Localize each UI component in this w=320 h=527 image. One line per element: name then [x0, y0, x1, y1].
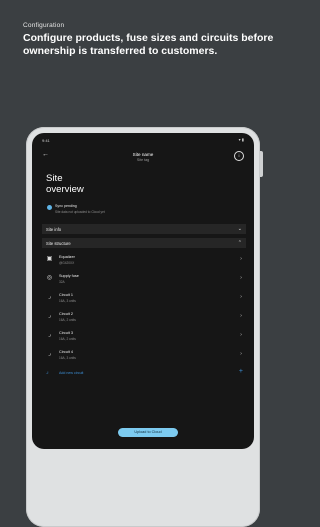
chevron-right-icon: › — [240, 351, 242, 357]
app-screen: 9:41 ▾ ▮ ← Site name Site tag i Site ove… — [32, 133, 254, 449]
status-icons: ▾ ▮ — [238, 137, 244, 142]
caption-headline: Configure products, fuse sizes and circu… — [23, 32, 274, 57]
chevron-right-icon: › — [240, 275, 242, 281]
circuit-add-icon: ⌟ — [46, 369, 49, 375]
chevron-right-icon: › — [240, 313, 242, 319]
status-bar: 9:41 ▾ ▮ — [32, 137, 254, 145]
upload-to-cloud-button[interactable]: Upload to Cloud — [118, 428, 178, 437]
item-sub: @G420XX — [59, 261, 75, 265]
list-item-supply-fuse[interactable]: ◎ Supply fuse 32A › — [46, 273, 242, 287]
add-circuit-button[interactable]: ⌟ Add new circuit + — [46, 368, 243, 379]
list-item-circuit-4[interactable]: ⌟ Circuit 4 16A, 3 units › — [46, 349, 242, 363]
sync-pending-dot-icon — [47, 205, 52, 210]
info-icon[interactable]: i — [234, 151, 244, 161]
item-sub: 16A, 2 units — [59, 318, 76, 322]
item-name: Circuit 2 — [59, 312, 73, 316]
page-title-line1: Site — [46, 173, 63, 184]
device-side-button — [260, 151, 263, 177]
circuit-icon: ⌟ — [48, 351, 51, 357]
supply-fuse-icon: ◎ — [46, 275, 53, 281]
circuit-icon: ⌟ — [48, 294, 51, 300]
marketing-caption: Configuration Configure products, fuse s… — [23, 22, 283, 58]
chevron-right-icon: › — [240, 256, 242, 262]
site-tag-subtitle: Site tag — [136, 158, 150, 162]
item-name: Circuit 1 — [59, 293, 73, 297]
sync-status-title: Sync pending — [55, 204, 77, 208]
equalizer-icon: ▣ — [46, 256, 53, 262]
item-sub: 32A — [59, 280, 65, 284]
app-bar-titles: Site name Site tag — [32, 152, 254, 162]
add-circuit-label: Add new circuit — [59, 370, 84, 375]
site-name-title: Site name — [132, 152, 154, 157]
list-item-circuit-3[interactable]: ⌟ Circuit 3 16A, 2 units › — [46, 330, 242, 344]
chevron-up-icon: ⌃ — [237, 239, 242, 246]
list-item-equalizer[interactable]: ▣ Equalizer @G420XX › — [46, 254, 242, 268]
page-title: Site overview — [46, 173, 84, 195]
section-site-info[interactable]: Site info ⌄ — [42, 224, 246, 234]
item-name: Circuit 4 — [59, 350, 73, 354]
item-name: Circuit 3 — [59, 331, 73, 335]
section-label: Site info — [46, 226, 62, 232]
app-bar: ← Site name Site tag i — [32, 145, 254, 167]
item-name: Supply fuse — [59, 274, 79, 278]
chevron-down-icon: ⌄ — [237, 225, 242, 232]
item-sub: 16A, 2 units — [59, 337, 76, 341]
list-item-circuit-2[interactable]: ⌟ Circuit 2 16A, 2 units › — [46, 311, 242, 325]
circuit-icon: ⌟ — [48, 313, 51, 319]
page-title-line2: overview — [46, 184, 84, 195]
item-sub: 16A, 3 units — [59, 356, 76, 360]
plus-icon: + — [238, 368, 243, 375]
section-label: Site structure — [46, 240, 71, 246]
item-name: Equalizer — [59, 255, 75, 259]
chevron-right-icon: › — [240, 294, 242, 300]
tablet-device: 9:41 ▾ ▮ ← Site name Site tag i Site ove… — [26, 127, 263, 527]
sync-status-detail: Site data not uploaded to Cloud yet — [55, 210, 105, 214]
caption-kicker: Configuration — [23, 22, 65, 29]
chevron-right-icon: › — [240, 332, 242, 338]
item-sub: 16A, 3 units — [59, 299, 76, 303]
circuit-icon: ⌟ — [48, 332, 51, 338]
list-item-circuit-1[interactable]: ⌟ Circuit 1 16A, 3 units › — [46, 292, 242, 306]
section-site-structure[interactable]: Site structure ⌃ — [42, 238, 246, 248]
status-time: 9:41 — [42, 138, 50, 143]
